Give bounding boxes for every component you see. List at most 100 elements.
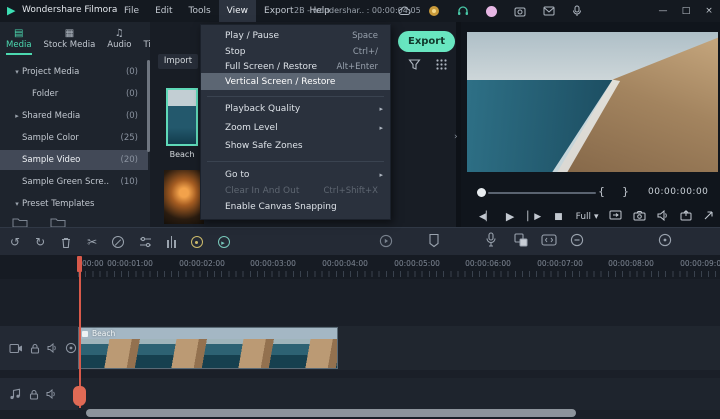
adjust-icon[interactable] (139, 236, 152, 248)
timeline-tracks: Beach (0, 279, 720, 419)
menu-file[interactable]: File (116, 0, 147, 22)
zoom-out-icon[interactable] (570, 233, 584, 247)
tree-item-preset-templates[interactable]: ▾ Preset Templates (0, 194, 148, 214)
redo-icon[interactable]: ↻ (35, 235, 45, 249)
import-button[interactable]: Import (158, 54, 198, 69)
split-screen-icon[interactable] (514, 233, 528, 247)
mark-out-button[interactable]: } (622, 185, 629, 198)
menu-item-zoom-level[interactable]: Zoom Level ▸ (201, 120, 390, 136)
mute-speaker-icon[interactable] (47, 343, 58, 353)
submenu-arrow-icon: ▸ (379, 124, 383, 132)
export-button[interactable]: Export (398, 31, 455, 52)
clip-thumbnail-beach[interactable] (166, 88, 198, 146)
motion-track-icon[interactable]: ▸ (218, 236, 230, 248)
timeline-clip-beach[interactable]: Beach (78, 327, 338, 369)
timeline-horizontal-scrollbar[interactable] (86, 409, 576, 417)
play-button[interactable]: ▶ (506, 210, 514, 223)
grid-view-icon[interactable] (435, 58, 448, 71)
menu-item-playback-quality[interactable]: Playback Quality ▸ (201, 101, 390, 117)
next-frame-button[interactable]: ▏▶ (527, 212, 541, 222)
tree-item-sample-video[interactable]: Sample Video (20) (0, 150, 148, 170)
caret-right-icon[interactable]: ▸ (12, 112, 22, 120)
seek-track[interactable] (488, 192, 596, 194)
clip-thumbnail-sunset[interactable] (164, 170, 204, 224)
menu-item-go-to[interactable]: Go to ▸ (201, 167, 390, 183)
tab-audio[interactable]: ♫ Audio (101, 22, 137, 56)
tree-item-folder[interactable]: Folder (0) (0, 84, 148, 104)
menu-item-play-pause[interactable]: Play / Pause Space (201, 28, 390, 44)
mute-speaker-icon[interactable] (46, 389, 57, 399)
scissors-icon[interactable]: ✂ (87, 235, 97, 249)
tree-item-sample-color[interactable]: Sample Color (25) (0, 128, 148, 148)
filter-icon[interactable] (408, 58, 421, 71)
menu-view[interactable]: View (219, 0, 256, 22)
keyframe-icon[interactable] (191, 236, 203, 248)
record-mic-icon[interactable] (572, 5, 582, 17)
menu-item-show-safe-zones[interactable]: Show Safe Zones (201, 138, 390, 154)
video-track-header (0, 326, 78, 370)
stop-button[interactable]: ■ (554, 212, 563, 222)
undo-icon[interactable]: ↺ (10, 235, 20, 249)
audio-mixer-icon[interactable] (167, 236, 176, 248)
tree-item-project-media[interactable]: ▾ Project Media (0) (0, 62, 148, 82)
quality-dropdown[interactable]: Full ▾ (576, 212, 599, 222)
playhead-handle[interactable] (73, 386, 86, 406)
minimize-button[interactable]: — (656, 6, 670, 16)
menu-separator (207, 161, 384, 162)
playhead-top-marker[interactable] (77, 256, 82, 272)
menu-item-vertical-screen[interactable]: Vertical Screen / Restore (201, 73, 390, 90)
share-frame-icon[interactable] (680, 210, 692, 221)
lock-icon[interactable] (30, 343, 40, 354)
lock-icon[interactable] (29, 389, 39, 400)
caret-down-icon: ▾ (594, 212, 599, 222)
cloud-sync-icon[interactable] (398, 6, 411, 16)
zoom-fit-icon[interactable] (658, 233, 672, 247)
preview-timecode: 00:00:00:00 (648, 187, 718, 197)
speed-icon[interactable] (112, 236, 124, 248)
previous-frame-button[interactable]: ◀▏ (479, 212, 493, 222)
user-avatar[interactable] (486, 6, 497, 17)
support-headset-icon[interactable] (457, 5, 469, 17)
upgrade-icon[interactable] (428, 5, 440, 17)
snapshot-camera-icon[interactable] (633, 210, 646, 221)
tab-media[interactable]: ▤ Media (0, 22, 38, 56)
menu-tools[interactable]: Tools (181, 0, 219, 22)
tree-item-shared-media[interactable]: ▸ Shared Media (0) (0, 106, 148, 126)
audio-track-icon (9, 388, 22, 400)
mark-in-button[interactable]: { (598, 185, 605, 198)
clip-thumbnail-label: Beach (160, 150, 204, 159)
playback-controls: ◀▏ ▶ ▏▶ ■ Full ▾ (479, 210, 598, 223)
caret-down-icon[interactable]: ▾ (12, 68, 22, 76)
caret-down-icon[interactable]: ▾ (12, 200, 22, 208)
submenu-arrow-icon: ▸ (379, 171, 383, 179)
speaker-icon[interactable] (657, 210, 669, 221)
title-bar: ▶ Wondershare Filmora File Edit Tools Vi… (0, 0, 720, 22)
mask-icon[interactable] (428, 233, 440, 248)
maximize-button[interactable]: □ (679, 6, 693, 16)
window-controls: — □ × (656, 0, 716, 22)
media-tree: ▾ Project Media (0) Folder (0) ▸ Shared … (0, 56, 150, 228)
media-folder-icon: ▤ (14, 28, 23, 39)
seek-handle[interactable] (477, 188, 486, 197)
delete-icon[interactable] (60, 236, 72, 249)
marker-icon[interactable] (541, 234, 557, 246)
eye-icon[interactable] (65, 342, 77, 354)
divider-collapse-icon[interactable]: › (454, 132, 458, 142)
detach-preview-icon[interactable] (703, 210, 714, 221)
preview-panel: { } 00:00:00:00 ◀▏ ▶ ▏▶ ■ Full ▾ (461, 22, 720, 228)
close-button[interactable]: × (702, 6, 716, 16)
tree-item-sample-green-screen[interactable]: Sample Green Scre.. (10) (0, 172, 148, 192)
filmora-window: ▶ Wondershare Filmora File Edit Tools Vi… (0, 0, 720, 419)
feedback-mail-icon[interactable] (543, 6, 555, 16)
display-fit-icon[interactable] (609, 210, 622, 221)
menu-edit[interactable]: Edit (147, 0, 180, 22)
voiceover-mic-icon[interactable] (486, 232, 496, 248)
audio-track-lane[interactable] (78, 378, 720, 410)
submenu-arrow-icon: ▸ (379, 105, 383, 113)
menu-item-enable-canvas-snapping[interactable]: Enable Canvas Snapping (201, 199, 390, 215)
tab-stock-media[interactable]: ▦ Stock Media (38, 22, 102, 56)
screenshot-icon[interactable] (514, 6, 526, 17)
menu-item-stop[interactable]: Stop Ctrl+/ (201, 44, 390, 60)
timeline-ruler[interactable]: 00:00 00:00:01:00 00:00:02:00 00:00:03:0… (0, 255, 720, 279)
render-preview-icon[interactable] (379, 234, 393, 248)
